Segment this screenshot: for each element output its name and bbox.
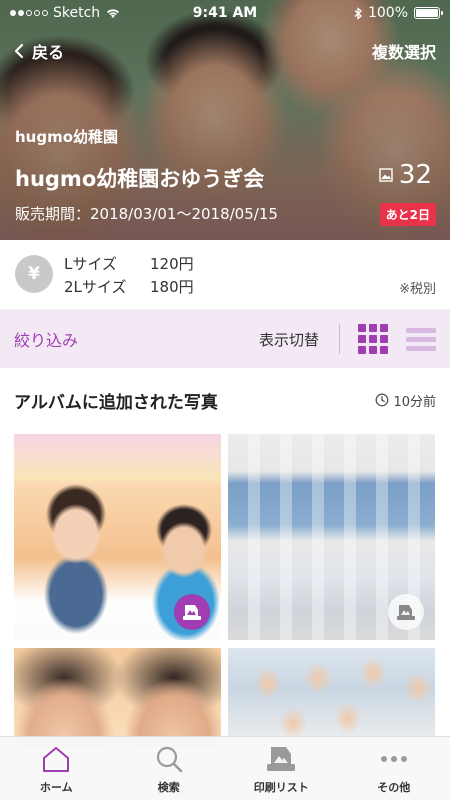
chevron-left-icon bbox=[14, 43, 24, 59]
price-panel: ¥ Lサイズ 120円 2Lサイズ 180円 ※税別 bbox=[0, 240, 450, 310]
battery-icon bbox=[414, 7, 443, 19]
grid-view-icon[interactable] bbox=[358, 324, 388, 354]
photo-count: 32 bbox=[379, 160, 432, 190]
days-left-badge: あと2日 bbox=[379, 203, 436, 226]
add-to-print-button[interactable] bbox=[174, 594, 210, 630]
clock-icon bbox=[376, 393, 389, 407]
yen-icon: ¥ bbox=[15, 255, 53, 293]
album-info: hugmo幼稚園 hugmo幼稚園おゆうぎ会 販売期間：2018/03/01～2… bbox=[15, 126, 278, 224]
print-add-icon bbox=[397, 605, 415, 620]
sale-period: 販売期間：2018/03/01～2018/05/15 bbox=[15, 205, 278, 223]
price-row: 2Lサイズ 180円 bbox=[64, 275, 194, 298]
section-title: アルバムに追加された写真 bbox=[14, 392, 218, 413]
print-add-icon bbox=[183, 605, 201, 620]
filter-button[interactable]: 絞り込み bbox=[14, 327, 259, 351]
updated-time: 10分前 bbox=[375, 391, 436, 410]
search-icon bbox=[154, 743, 184, 775]
status-bar: Sketch 9:41 AM 100% bbox=[0, 0, 450, 26]
tab-label: その他 bbox=[377, 781, 411, 794]
price-table: Lサイズ 120円 2Lサイズ 180円 bbox=[64, 252, 194, 298]
signal-icon bbox=[10, 10, 48, 16]
divider bbox=[339, 324, 340, 354]
price-value: 180円 bbox=[150, 278, 194, 296]
add-to-print-button[interactable] bbox=[388, 594, 424, 630]
battery-percent: 100% bbox=[367, 5, 408, 21]
tax-note: ※税別 bbox=[399, 282, 436, 297]
tab-label: 印刷リスト bbox=[253, 781, 309, 794]
photo-thumbnail[interactable] bbox=[14, 434, 221, 640]
tab-bar: ホーム 検索 印刷リスト その他 bbox=[0, 736, 450, 800]
display-toggle-label: 表示切替 bbox=[258, 330, 319, 349]
multi-select-button[interactable]: 複数選択 bbox=[372, 39, 436, 63]
tab-label: 検索 bbox=[157, 781, 180, 794]
tab-label: ホーム bbox=[39, 781, 73, 794]
status-right: 100% bbox=[290, 5, 443, 21]
image-icon bbox=[379, 168, 393, 182]
price-size: 2Lサイズ bbox=[64, 278, 127, 296]
price-row: Lサイズ 120円 bbox=[64, 252, 194, 275]
photo-thumbnail[interactable] bbox=[14, 648, 221, 748]
status-time: 9:41 AM bbox=[192, 5, 258, 21]
school-name: hugmo幼稚園 bbox=[15, 128, 119, 146]
tab-home[interactable]: ホーム bbox=[0, 737, 113, 800]
tab-search[interactable]: 検索 bbox=[113, 737, 226, 800]
price-size: Lサイズ bbox=[64, 255, 117, 273]
filter-bar: 絞り込み 表示切替 bbox=[0, 310, 450, 368]
album-section-header: アルバムに追加された写真 10分前 bbox=[14, 380, 436, 420]
tab-more[interactable]: その他 bbox=[338, 737, 450, 800]
nav-bar: 戻る 複数選択 bbox=[0, 38, 450, 64]
tab-print-list[interactable]: 印刷リスト bbox=[225, 737, 338, 800]
photo-count-value: 32 bbox=[398, 160, 432, 190]
price-value: 120円 bbox=[150, 255, 194, 273]
updated-label: 10分前 bbox=[393, 394, 436, 410]
wifi-icon bbox=[107, 9, 120, 18]
carrier-name: Sketch bbox=[53, 5, 101, 21]
print-list-icon bbox=[265, 743, 297, 775]
photo-thumbnail[interactable] bbox=[228, 434, 435, 640]
home-icon bbox=[41, 743, 71, 775]
list-view-icon[interactable] bbox=[406, 324, 436, 354]
back-button[interactable]: 戻る bbox=[14, 39, 64, 63]
bluetooth-icon bbox=[354, 6, 362, 20]
event-title: hugmo幼稚園おゆうぎ会 bbox=[15, 167, 265, 191]
album-hero: Sketch 9:41 AM 100% 戻る 複数選択 hugmo幼稚園 hug… bbox=[0, 0, 450, 240]
back-label: 戻る bbox=[32, 43, 65, 62]
more-icon bbox=[379, 743, 409, 775]
status-left: Sketch bbox=[10, 5, 160, 21]
photo-thumbnail[interactable] bbox=[228, 648, 435, 748]
